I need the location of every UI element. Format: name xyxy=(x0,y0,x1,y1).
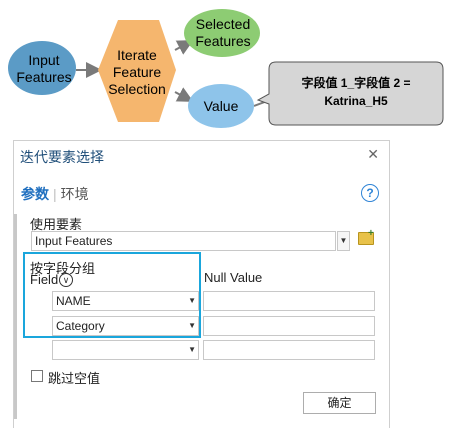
help-icon[interactable]: ? xyxy=(361,184,379,202)
iterate-label-2: Feature xyxy=(113,64,161,80)
model-diagram: Input Features Iterate Feature Selection… xyxy=(8,9,444,128)
selected-features-label-1: Selected xyxy=(196,16,250,32)
callout-line-2: Katrina_H5 xyxy=(324,94,388,108)
input-features-field[interactable]: Input Features xyxy=(31,231,336,251)
skip-null-label: 跳过空值 xyxy=(48,371,101,386)
input-features-node[interactable] xyxy=(8,41,76,95)
field-select-3[interactable]: ▼ xyxy=(52,340,199,360)
null-value-input-3[interactable] xyxy=(203,340,375,360)
geoprocessing-pane: 迭代要素选择 ✕ 参数 | 环境 ? 使用要素 Input Features ▼ +… xyxy=(13,140,390,428)
input-features-dropdown-button[interactable]: ▼ xyxy=(337,231,350,251)
input-features-label-1: Input xyxy=(28,52,59,68)
parameter-marker xyxy=(14,214,17,419)
input-features-value: Input Features xyxy=(35,234,113,248)
tab-separator: | xyxy=(53,186,57,202)
value-label: Value xyxy=(204,98,239,114)
skip-null-checkbox[interactable] xyxy=(31,370,43,382)
null-value-column-header: Null Value xyxy=(204,270,263,285)
tab-environments[interactable]: 环境 xyxy=(61,186,89,202)
ok-button[interactable]: 确定 xyxy=(303,392,376,414)
null-value-input-2[interactable] xyxy=(203,316,375,336)
plus-icon: + xyxy=(368,228,374,239)
iterate-label-1: Iterate xyxy=(117,47,157,63)
add-data-folder-icon[interactable]: + xyxy=(358,228,374,245)
close-icon[interactable]: ✕ xyxy=(367,146,379,163)
arrow-iterate-to-value xyxy=(174,87,194,102)
pane-tabs: 参数 | 环境 xyxy=(21,184,89,204)
pane-title: 迭代要素选择 xyxy=(20,149,104,165)
iterate-label-3: Selection xyxy=(108,81,166,97)
callout-line-1: 字段值 1_字段值 2 = xyxy=(301,75,410,90)
null-value-input-1[interactable] xyxy=(203,291,375,311)
chevron-down-icon: ▼ xyxy=(188,345,196,354)
selected-features-label-2: Features xyxy=(195,33,250,49)
input-features-label-2: Features xyxy=(16,69,71,85)
tab-parameters[interactable]: 参数 xyxy=(21,186,49,202)
group-by-highlight-box xyxy=(23,252,201,338)
